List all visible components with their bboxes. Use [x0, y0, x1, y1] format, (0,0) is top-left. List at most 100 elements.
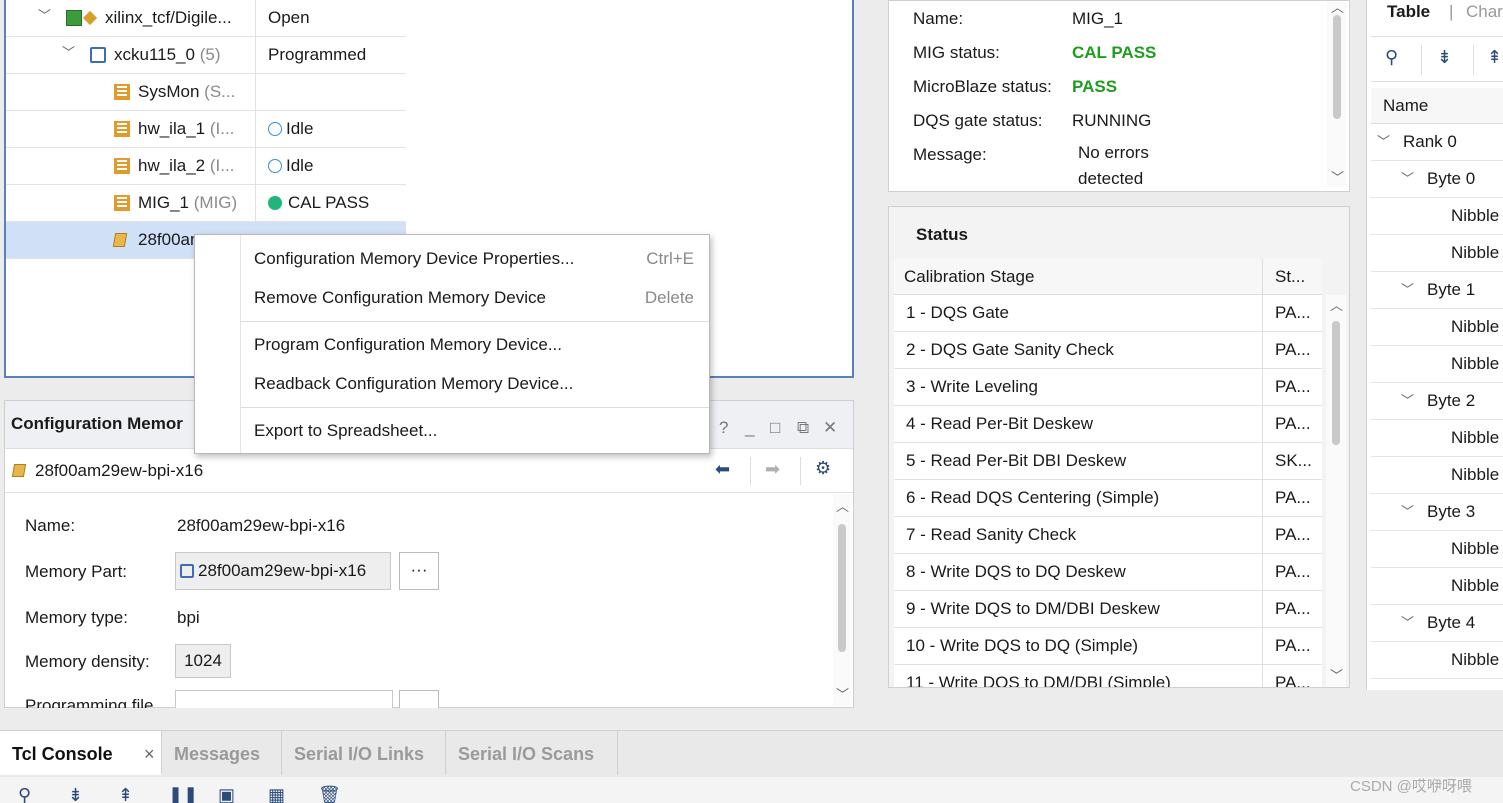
- tree-row-device[interactable]: ﹀ xcku115_0 (5) Programmed: [6, 37, 406, 74]
- divider: [800, 457, 801, 485]
- scroll-down-icon[interactable]: ﹀: [1331, 167, 1344, 186]
- vertical-scrollbar[interactable]: ︿ ﹀: [1327, 0, 1347, 187]
- expand-icon[interactable]: ⇞: [118, 785, 133, 803]
- expand-all-icon[interactable]: ⇞: [1487, 47, 1502, 68]
- table-icon[interactable]: ▦: [268, 785, 285, 803]
- table-row[interactable]: 10 - Write DQS to DQ (Simple) PA...: [894, 628, 1322, 665]
- tree-row-ila1[interactable]: hw_ila_1 (I... Idle: [6, 111, 406, 148]
- chevron-down-icon[interactable]: ﹀: [1401, 494, 1414, 530]
- tree-label: Nibble: [1451, 206, 1500, 225]
- tree-row-target[interactable]: ﹀ xilinx_tcf/Digile... Open: [6, 0, 406, 37]
- close-icon[interactable]: ✕: [823, 401, 837, 455]
- table-row[interactable]: 1 - DQS Gate PA...: [894, 295, 1322, 332]
- table-row[interactable]: 5 - Read Per-Bit DBI Deskew SK...: [894, 443, 1322, 480]
- menu-item-program[interactable]: Program Configuration Memory Device...: [254, 330, 694, 360]
- console-toolbar: ⚲ ⇟ ⇞ ❚❚ ▣ ▦ 🗑: [0, 777, 1503, 803]
- scroll-down-icon[interactable]: ﹀: [836, 684, 849, 703]
- chevron-down-icon[interactable]: ﹀: [1401, 161, 1414, 197]
- trash-icon[interactable]: 🗑: [318, 785, 341, 803]
- forward-arrow-icon[interactable]: ➡: [765, 459, 780, 480]
- table-row[interactable]: 9 - Write DQS to DM/DBI Deskew PA...: [894, 591, 1322, 628]
- menu-item-properties[interactable]: Configuration Memory Device Properties..…: [254, 244, 694, 274]
- tree-label: xilinx_tcf/Digile...: [105, 8, 232, 27]
- gear-icon[interactable]: ⚙: [815, 458, 831, 479]
- collapse-icon[interactable]: ⇟: [68, 785, 83, 803]
- tree-row[interactable]: ﹀ Byte 0: [1371, 161, 1503, 198]
- tree-row-ila2[interactable]: hw_ila_2 (I... Idle: [6, 148, 406, 185]
- chevron-down-icon[interactable]: ﹀: [1401, 383, 1414, 419]
- table-row[interactable]: 3 - Write Leveling PA...: [894, 369, 1322, 406]
- maximize-icon[interactable]: □: [770, 401, 780, 455]
- table-row[interactable]: 4 - Read Per-Bit Deskew PA...: [894, 406, 1322, 443]
- tree-row[interactable]: Nibble: [1371, 642, 1503, 679]
- chevron-down-icon[interactable]: ﹀: [38, 9, 52, 23]
- tree-row[interactable]: ﹀ Byte 2: [1371, 383, 1503, 420]
- tree-row[interactable]: ﹀ Byte 1: [1371, 272, 1503, 309]
- tree-row[interactable]: Nibble: [1371, 346, 1503, 383]
- tree-row[interactable]: Nibble: [1371, 531, 1503, 568]
- minimize-icon[interactable]: _: [745, 401, 754, 455]
- tree-row[interactable]: Nibble: [1371, 309, 1503, 346]
- tab-serial-io-links[interactable]: Serial I/O Links: [282, 731, 446, 775]
- tab-table[interactable]: Table: [1387, 2, 1430, 22]
- vertical-scrollbar[interactable]: ︿ ﹀: [833, 494, 851, 706]
- menu-item-export[interactable]: Export to Spreadsheet...: [254, 416, 694, 446]
- menu-item-readback[interactable]: Readback Configuration Memory Device...: [254, 369, 694, 399]
- close-icon[interactable]: ×: [144, 731, 155, 777]
- search-icon[interactable]: ⚲: [18, 785, 31, 803]
- tree-row[interactable]: Nibble: [1371, 235, 1503, 272]
- pause-icon[interactable]: ❚❚: [168, 785, 198, 803]
- chevron-down-icon[interactable]: ﹀: [1377, 124, 1390, 160]
- scroll-thumb[interactable]: [838, 524, 846, 652]
- tree-row[interactable]: ﹀ Rank 0: [1371, 124, 1503, 161]
- menu-item-remove[interactable]: Remove Configuration Memory Device Delet…: [254, 283, 694, 313]
- scroll-thumb[interactable]: [1333, 15, 1341, 119]
- scroll-thumb[interactable]: [1332, 321, 1340, 445]
- vertical-scrollbar[interactable]: ︿ ﹀: [1326, 295, 1346, 687]
- scroll-up-icon[interactable]: ︿: [1331, 0, 1344, 16]
- search-icon[interactable]: ⚲: [1385, 47, 1398, 68]
- flash-memory-icon: [11, 464, 27, 477]
- table-row[interactable]: 6 - Read DQS Centering (Simple) PA...: [894, 480, 1322, 517]
- tab-chart[interactable]: Char: [1466, 2, 1503, 22]
- column-header-status[interactable]: St...: [1262, 259, 1305, 295]
- browse-part-button[interactable]: ···: [399, 552, 439, 590]
- browse-file-button[interactable]: [399, 690, 439, 708]
- microblaze-status-value: PASS: [1072, 77, 1118, 96]
- prop-label: Memory type:: [25, 608, 128, 627]
- memory-part-field[interactable]: 28f00am29ew-bpi-x16: [175, 552, 391, 590]
- programming-file-field[interactable]: [175, 690, 393, 708]
- chevron-down-icon[interactable]: ﹀: [1401, 272, 1414, 308]
- tree-row[interactable]: Nibble: [1371, 568, 1503, 605]
- scroll-up-icon[interactable]: ︿: [1330, 295, 1343, 314]
- tree-status: Programmed: [268, 45, 367, 64]
- tree-row-mig[interactable]: MIG_1 (MIG) CAL PASS: [6, 185, 406, 222]
- tree-row-sysmon[interactable]: SysMon (S...: [6, 74, 406, 111]
- scroll-up-icon[interactable]: ︿: [836, 496, 849, 515]
- column-header-stage[interactable]: Calibration Stage: [904, 259, 1034, 295]
- scroll-down-icon[interactable]: ﹀: [1330, 665, 1343, 684]
- save-icon[interactable]: ▣: [218, 785, 235, 803]
- tree-row[interactable]: Nibble: [1371, 457, 1503, 494]
- tree-row[interactable]: Nibble: [1371, 420, 1503, 457]
- core-icon: [114, 195, 130, 211]
- tree-row[interactable]: Nibble: [1371, 198, 1503, 235]
- table-row[interactable]: 11 - Write DQS to DM/DBI (Simple) PA...: [894, 665, 1322, 687]
- chevron-down-icon[interactable]: ﹀: [62, 46, 76, 60]
- back-arrow-icon[interactable]: ⬅: [715, 459, 730, 480]
- column-header-name[interactable]: Name: [1383, 88, 1428, 124]
- tree-row[interactable]: ﹀ Byte 3: [1371, 494, 1503, 531]
- tree-row[interactable]: ﹀ Byte 4: [1371, 605, 1503, 642]
- float-icon[interactable]: ⧉: [797, 401, 809, 455]
- collapse-all-icon[interactable]: ⇟: [1437, 47, 1452, 68]
- tab-messages[interactable]: Messages: [162, 731, 282, 775]
- table-row[interactable]: 7 - Read Sanity Check PA...: [894, 517, 1322, 554]
- divider: [1473, 45, 1474, 75]
- help-icon[interactable]: ?: [719, 401, 728, 455]
- tab-tcl-console[interactable]: Tcl Console ×: [0, 731, 162, 775]
- chevron-down-icon[interactable]: ﹀: [1401, 605, 1414, 641]
- tab-serial-io-scans[interactable]: Serial I/O Scans: [446, 731, 618, 775]
- memory-density-field[interactable]: 1024: [175, 644, 231, 678]
- table-row[interactable]: 8 - Write DQS to DQ Deskew PA...: [894, 554, 1322, 591]
- table-row[interactable]: 2 - DQS Gate Sanity Check PA...: [894, 332, 1322, 369]
